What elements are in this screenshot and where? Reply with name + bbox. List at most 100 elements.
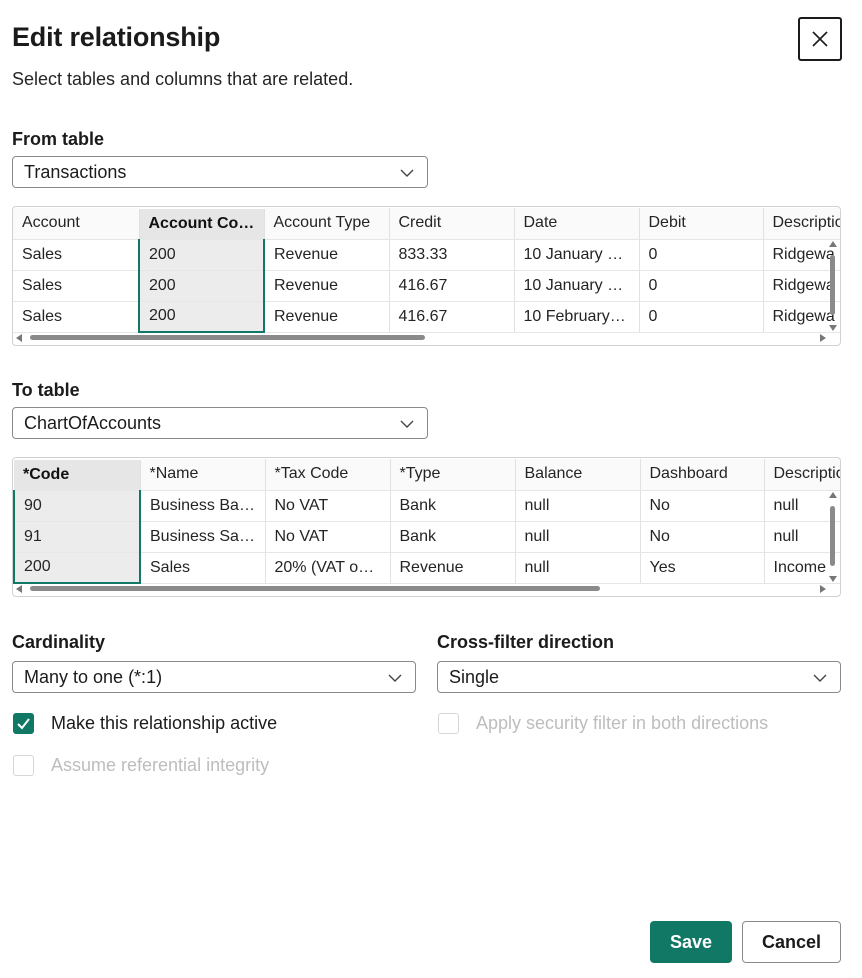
to-table-value: ChartOfAccounts: [24, 412, 162, 433]
scroll-right-icon[interactable]: [820, 585, 826, 593]
dialog-subtitle: Select tables and columns that are relat…: [12, 69, 354, 89]
column-header[interactable]: Dashboard: [640, 459, 765, 491]
column-header[interactable]: Debit: [639, 208, 764, 240]
column-header[interactable]: Descriptio: [763, 208, 840, 240]
table-row: Sales 200 Revenue 416.67 10 January 20..…: [13, 270, 840, 302]
table-cell: 10 February 2...: [514, 301, 640, 333]
table-cell: 833.33: [389, 239, 515, 271]
column-header[interactable]: Descriptio: [764, 459, 840, 491]
active-relationship-label: Make this relationship active: [51, 713, 278, 733]
table-cell: 91: [13, 521, 141, 553]
from-table-value: Transactions: [24, 161, 127, 182]
table-cell: Business Bank...: [140, 490, 266, 522]
table-cell: 200: [138, 301, 265, 333]
cardinality-value: Many to one (*:1): [24, 666, 163, 687]
table-cell: null: [515, 490, 641, 522]
table-cell: No VAT: [265, 521, 391, 553]
scroll-down-icon[interactable]: [829, 325, 837, 331]
table-cell: 20% (VAT on I...: [265, 552, 391, 584]
security-filter-checkbox[interactable]: [438, 713, 459, 734]
table-row: Sales 200 Revenue 416.67 10 February 2..…: [13, 301, 840, 333]
table-cell: No: [640, 490, 765, 522]
to-table-dropdown[interactable]: ChartOfAccounts: [12, 407, 428, 439]
to-table-label: To table: [12, 380, 80, 400]
table-cell: Bank: [390, 521, 516, 553]
table-cell: Sales: [13, 239, 140, 271]
table-cell: 0: [639, 301, 764, 333]
scrollbar-thumb[interactable]: [30, 586, 600, 591]
column-header[interactable]: Credit: [389, 208, 515, 240]
scrollbar-thumb[interactable]: [30, 335, 425, 340]
scroll-up-icon[interactable]: [829, 492, 837, 498]
security-filter-checkbox-row[interactable]: Apply security filter in both directions: [438, 713, 768, 734]
scroll-up-icon[interactable]: [829, 241, 837, 247]
selected-column-header[interactable]: Account Code: [139, 207, 265, 240]
cardinality-dropdown[interactable]: Many to one (*:1): [12, 661, 416, 693]
scroll-left-icon[interactable]: [16, 585, 22, 593]
table-cell: 10 January 20...: [514, 239, 640, 271]
table-cell: Revenue: [390, 552, 516, 584]
table-cell: 416.67: [389, 270, 515, 302]
chevron-down-icon: [388, 674, 402, 682]
column-header[interactable]: Balance: [515, 459, 641, 491]
chevron-down-icon: [400, 420, 414, 428]
table-cell: 90: [13, 490, 141, 522]
column-header[interactable]: Account: [13, 208, 140, 240]
chevron-down-icon: [813, 674, 827, 682]
selected-column-header[interactable]: *Code: [14, 458, 141, 491]
crossfilter-dropdown[interactable]: Single: [437, 661, 841, 693]
table-cell: 10 January 20...: [514, 270, 640, 302]
from-table-dropdown[interactable]: Transactions: [12, 156, 428, 188]
column-header[interactable]: Account Type: [264, 208, 390, 240]
referential-integrity-checkbox-row[interactable]: Assume referential integrity: [13, 755, 269, 776]
table-cell: 200: [138, 239, 265, 271]
active-relationship-checkbox[interactable]: [13, 713, 34, 734]
chevron-down-icon: [400, 169, 414, 177]
active-relationship-checkbox-row[interactable]: Make this relationship active: [13, 713, 277, 734]
scroll-down-icon[interactable]: [829, 576, 837, 582]
referential-integrity-checkbox[interactable]: [13, 755, 34, 776]
security-filter-label: Apply security filter in both directions: [476, 713, 769, 733]
table-cell: Business Savi...: [140, 521, 266, 553]
table-cell: Yes: [640, 552, 765, 584]
table-cell: 0: [639, 270, 764, 302]
column-header[interactable]: *Tax Code: [265, 459, 391, 491]
column-header[interactable]: *Name: [140, 459, 266, 491]
table-cell: Revenue: [264, 239, 390, 271]
scrollbar-thumb[interactable]: [830, 255, 835, 315]
table-cell: Sales: [140, 552, 266, 584]
from-table-preview[interactable]: Account Account Code Account Type Credit…: [12, 206, 841, 346]
scrollbar-thumb[interactable]: [830, 506, 835, 566]
table-cell: 0: [639, 239, 764, 271]
close-icon: [812, 31, 828, 47]
table-header-row: Account Account Code Account Type Credit…: [13, 207, 840, 240]
table-cell: null: [515, 521, 641, 553]
close-button[interactable]: [798, 17, 842, 61]
save-button[interactable]: Save: [650, 921, 732, 963]
column-header[interactable]: *Type: [390, 459, 516, 491]
table-cell: null: [515, 552, 641, 584]
column-header[interactable]: Date: [514, 208, 640, 240]
table-cell: Bank: [390, 490, 516, 522]
vertical-scrollbar[interactable]: [829, 492, 837, 582]
crossfilter-label: Cross-filter direction: [437, 632, 615, 652]
cancel-button[interactable]: Cancel: [742, 921, 841, 963]
crossfilter-value: Single: [449, 666, 500, 687]
horizontal-scrollbar[interactable]: [16, 334, 826, 342]
table-cell: Revenue: [264, 270, 390, 302]
table-cell: No VAT: [265, 490, 391, 522]
referential-integrity-label: Assume referential integrity: [51, 755, 270, 775]
vertical-scrollbar[interactable]: [829, 241, 837, 331]
table-header-row: *Code *Name *Tax Code *Type Balance Dash…: [14, 458, 840, 491]
dialog-title: Edit relationship: [12, 22, 221, 52]
scroll-right-icon[interactable]: [820, 334, 826, 342]
from-table-label: From table: [12, 129, 105, 149]
horizontal-scrollbar[interactable]: [16, 585, 826, 593]
scroll-left-icon[interactable]: [16, 334, 22, 342]
table-row: Sales 200 Revenue 833.33 10 January 20..…: [13, 239, 840, 271]
table-cell: Sales: [13, 270, 140, 302]
table-row: 91 Business Savi... No VAT Bank null No …: [13, 521, 840, 553]
table-row: 200 Sales 20% (VAT on I... Revenue null …: [13, 552, 840, 584]
table-cell: Sales: [13, 301, 140, 333]
to-table-preview[interactable]: *Code *Name *Tax Code *Type Balance Dash…: [12, 457, 841, 597]
